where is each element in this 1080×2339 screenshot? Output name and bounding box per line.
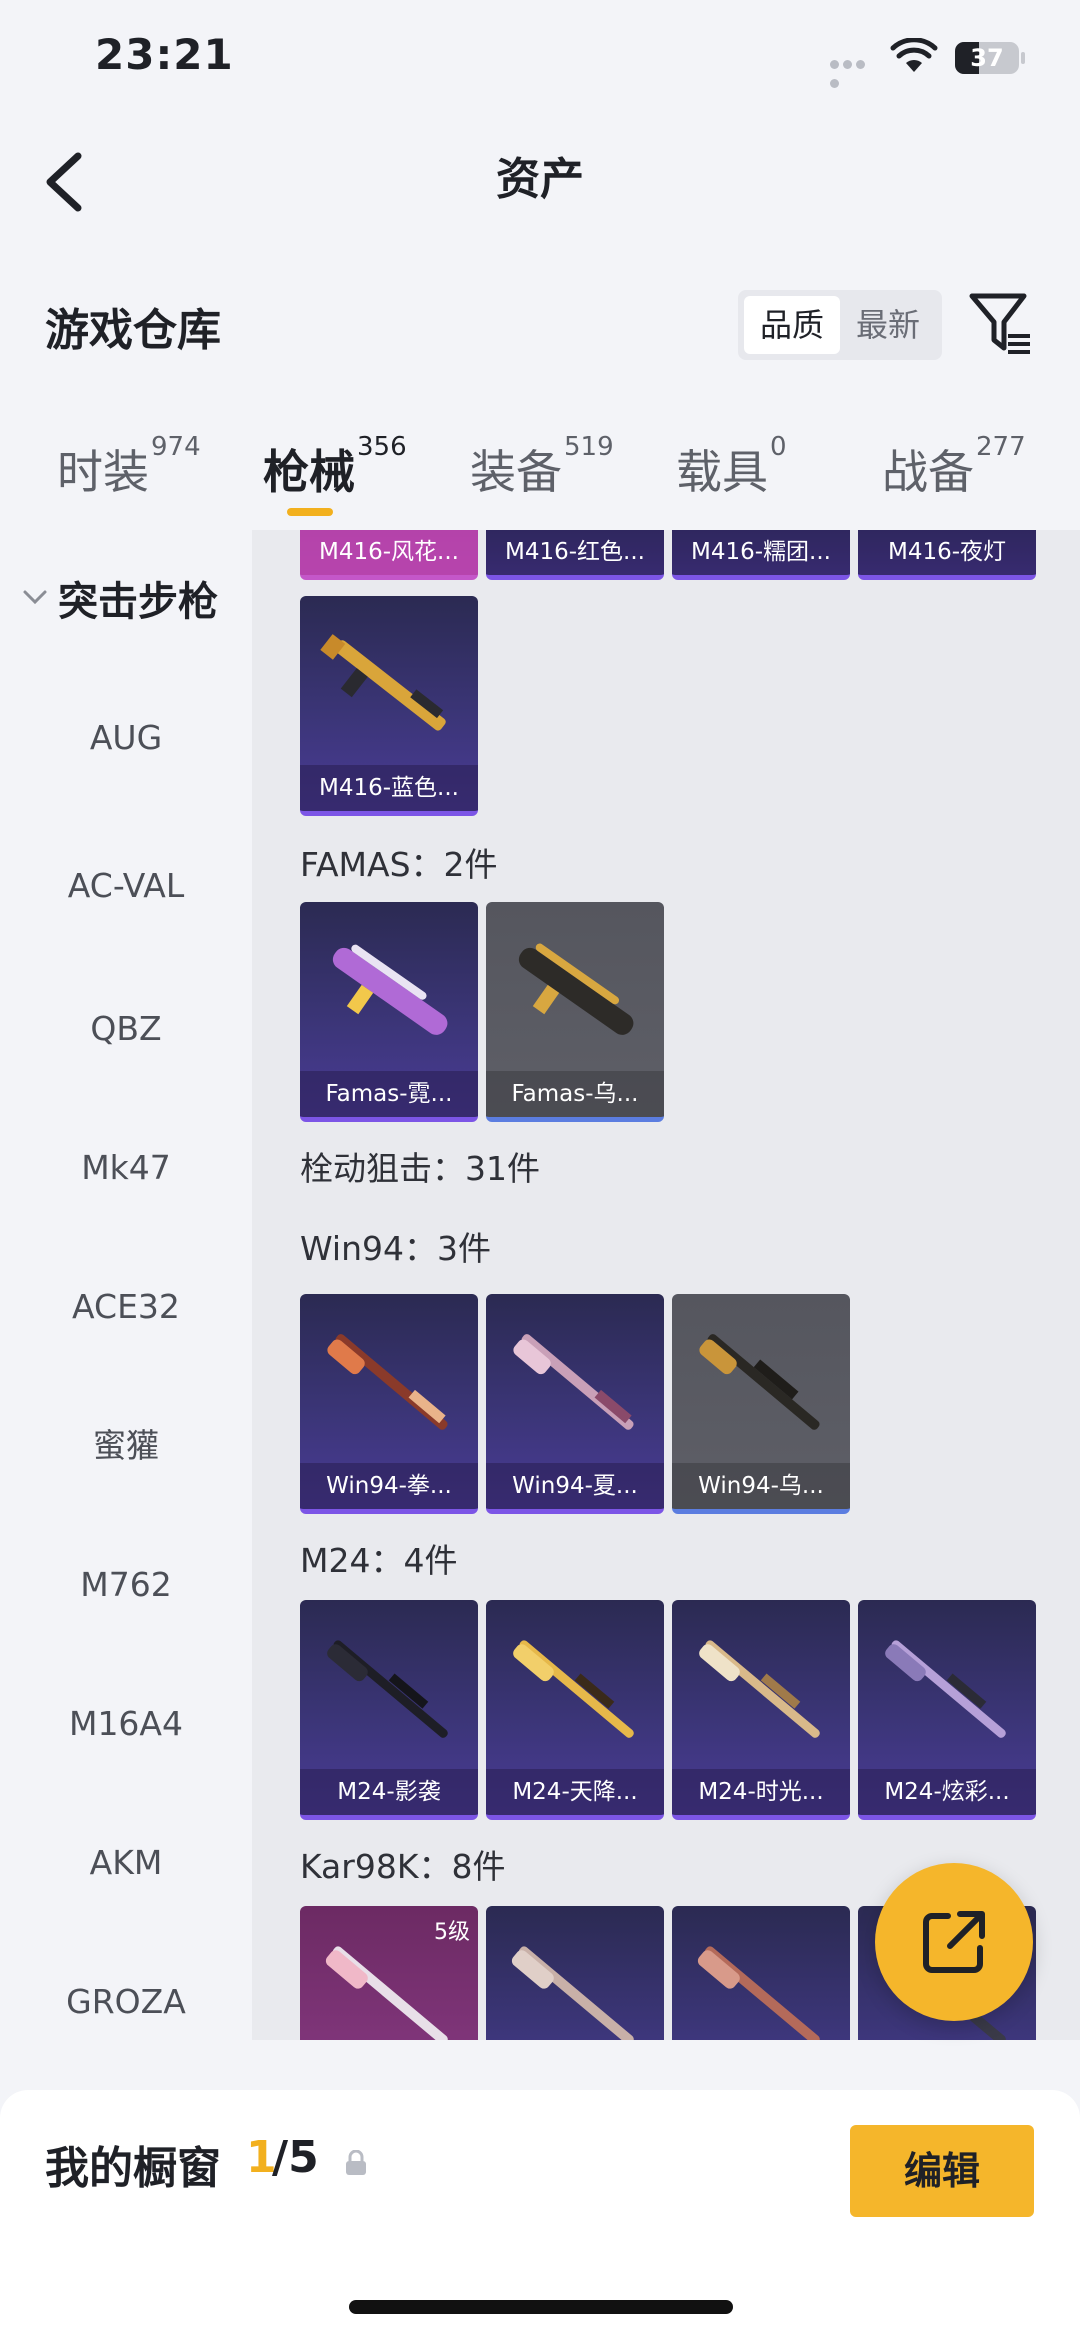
tab-guns[interactable]: 枪械356 (263, 432, 407, 506)
rifle-icon (513, 1640, 634, 1738)
edit-button[interactable]: 编辑 (850, 2125, 1034, 2217)
battery-percent: 37 (970, 44, 1004, 72)
sort-quality-button[interactable]: 品质 (744, 296, 840, 354)
skin-card[interactable]: M416-夜灯 (858, 530, 1036, 580)
sidebar-item-honey-badger[interactable]: 蜜獾 (0, 1416, 252, 1476)
status-time: 23:21 (95, 30, 234, 79)
rifle-icon (325, 1946, 448, 2040)
rifle-icon (327, 1640, 448, 1738)
sidebar-item-m16a4[interactable]: M16A4 (0, 1694, 252, 1754)
sidebar-item-ace32[interactable]: ACE32 (0, 1277, 252, 1337)
rifle-icon (513, 1334, 634, 1430)
category-header-assault-rifles[interactable]: 突击步枪 (18, 572, 252, 632)
warehouse-label: 游戏仓库 (45, 305, 221, 356)
sidebar-item-qbz[interactable]: QBZ (0, 999, 252, 1059)
tab-fashion[interactable]: 时装974 (57, 432, 201, 506)
sidebar-item-aug[interactable]: AUG (0, 708, 252, 768)
skin-card[interactable]: M416-糯团... (672, 530, 850, 580)
skin-card[interactable]: M24-影袭 (300, 1600, 478, 1820)
tab-equipment[interactable]: 装备519 (470, 432, 614, 506)
rifle-icon (885, 1640, 1006, 1738)
rifle-icon (511, 1946, 634, 2040)
skin-card[interactable]: M24-时光... (672, 1600, 850, 1820)
category-tabs: 时装974 枪械356 装备519 载具0 战备277 (0, 420, 1080, 520)
signal-icon (830, 54, 880, 88)
sidebar-item-groza[interactable]: GROZA (0, 1972, 252, 2032)
group-title-bolt-action-sniper: 栓动狙击：31件 (300, 1149, 540, 1188)
tab-gear[interactable]: 战备277 (882, 432, 1026, 506)
status-bar: 23:21 37 (0, 0, 1080, 120)
skin-card[interactable]: Win94-乌... (672, 1294, 850, 1514)
rifle-icon (699, 1334, 820, 1430)
rifle-icon (697, 1946, 820, 2040)
rifle-icon (332, 944, 448, 1035)
rifle-icon (699, 1640, 820, 1738)
skin-card[interactable]: M24-炫彩... (858, 1600, 1036, 1820)
rifle-icon (518, 943, 634, 1035)
rifle-icon (320, 634, 446, 731)
skin-card[interactable]: Win94-夏... (486, 1294, 664, 1514)
skin-card[interactable]: M416-蓝色... (300, 596, 478, 816)
tab-vehicles[interactable]: 载具0 (676, 432, 787, 506)
page-title: 资产 (496, 154, 584, 205)
skin-card[interactable] (486, 1906, 664, 2040)
skin-card[interactable]: M416-风花... (300, 530, 478, 580)
showcase-label: 我的橱窗 (45, 2143, 221, 2194)
skin-card[interactable]: M24-天降... (486, 1600, 664, 1820)
nav-bar: 资产 (0, 120, 1080, 240)
skin-card[interactable]: Famas-乌... (486, 902, 664, 1122)
home-indicator (349, 2300, 733, 2314)
sidebar-item-m762[interactable]: M762 (0, 1555, 252, 1615)
wifi-icon (890, 38, 938, 72)
group-title-win94: Win94：3件 (300, 1229, 491, 1268)
sidebar-item-ac-val[interactable]: AC-VAL (0, 856, 252, 916)
group-title-kar98k: Kar98K：8件 (300, 1847, 506, 1886)
skin-card[interactable]: Famas-霓... (300, 902, 478, 1122)
skin-card[interactable] (672, 1906, 850, 2040)
group-title-famas: FAMAS：2件 (300, 845, 498, 884)
sort-latest-button[interactable]: 最新 (840, 296, 936, 354)
group-title-m24: M24：4件 (300, 1541, 458, 1580)
filter-icon[interactable] (968, 290, 1032, 356)
showcase-total-count: /5 (272, 2132, 319, 2183)
skin-card[interactable]: 5级 (300, 1906, 478, 2040)
sort-toggle: 品质 最新 (738, 290, 942, 360)
share-icon (923, 1911, 985, 1973)
skin-card[interactable]: Win94-拳... (300, 1294, 478, 1514)
chevron-down-icon (23, 590, 47, 605)
lock-icon (346, 2150, 366, 2175)
weapon-type-sidebar: 突击步枪 AUG AC-VAL QBZ Mk47 ACE32 蜜獾 M762 M… (0, 530, 252, 2040)
skin-card[interactable]: M416-红色... (486, 530, 664, 580)
sidebar-item-akm[interactable]: AKM (0, 1833, 252, 1893)
battery-icon: 37 (955, 42, 1025, 74)
warehouse-header: 游戏仓库 品质 最新 (0, 270, 1080, 380)
active-tab-indicator (287, 508, 333, 516)
weapon-list: M416-风花... M416-红色... M416-糯团... M416-夜灯… (252, 530, 1080, 2040)
rifle-icon (327, 1334, 448, 1430)
share-button[interactable] (875, 1863, 1033, 2021)
sidebar-item-mk47[interactable]: Mk47 (0, 1138, 252, 1198)
